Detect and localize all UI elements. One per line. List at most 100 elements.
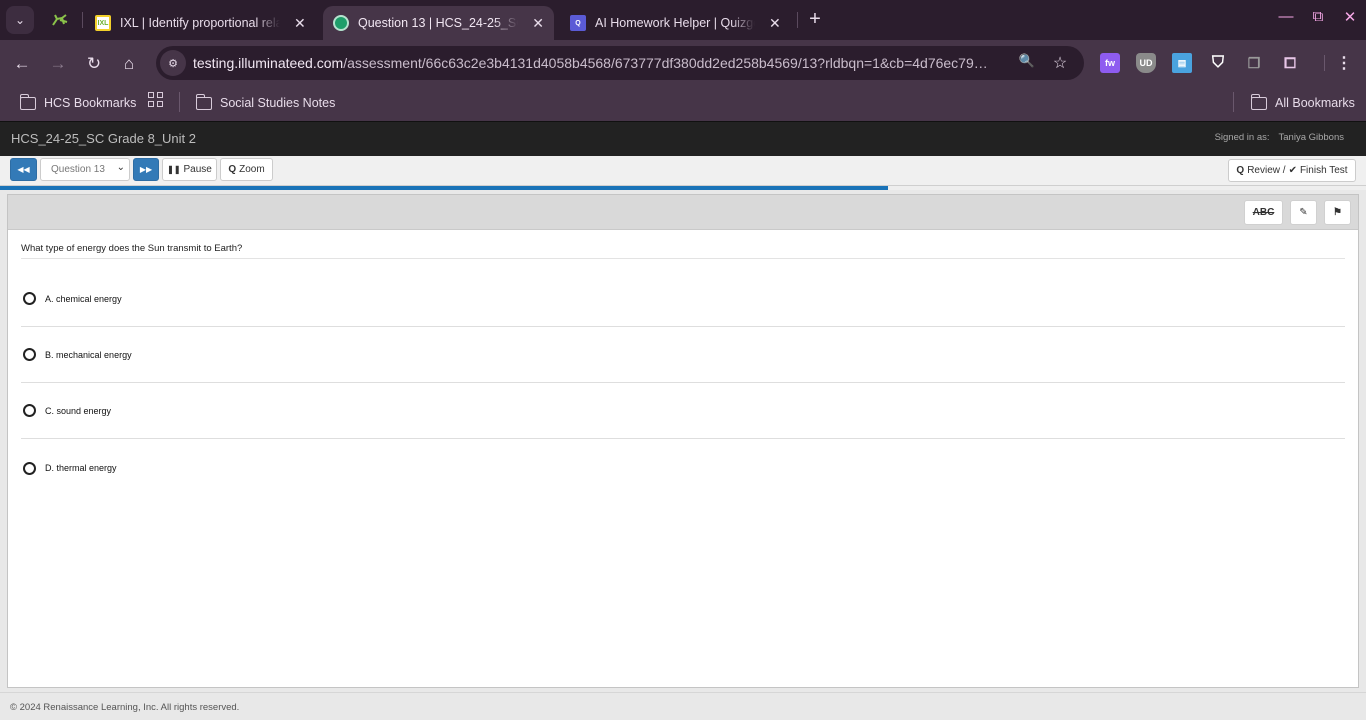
answer-option-d[interactable]: D. thermal energy: [21, 440, 1345, 496]
bookmark-hcs-bookmarks[interactable]: HCS Bookmarks: [19, 92, 137, 114]
radio-button[interactable]: [23, 404, 36, 417]
question-tools-bar: ABC ✎ ⚑: [8, 195, 1358, 230]
radio-button[interactable]: [23, 348, 36, 361]
bookmark-separator: [179, 92, 180, 112]
finish-test-label: Finish Test: [1299, 165, 1348, 176]
site-info-button[interactable]: ⚙: [160, 50, 186, 76]
close-tab-icon[interactable]: ✕: [769, 15, 781, 32]
url-host: testing.illuminateed.com: [193, 55, 344, 71]
tab-title: AI Homework Helper | Quizgecko: [595, 16, 755, 30]
assessment-title: HCS_24-25_SC Grade 8_Unit 2: [11, 131, 196, 146]
option-label: B. mechanical energy: [45, 349, 132, 360]
reload-button[interactable]: ↻: [82, 52, 106, 76]
folder-gear-icon: [19, 93, 36, 110]
restore-button[interactable]: ⧉: [1308, 8, 1328, 25]
double-left-arrow-icon: ◀◀: [17, 165, 30, 174]
chevron-down-icon: ⌄: [14, 13, 26, 27]
tab-question-13[interactable]: Question 13 | HCS_24-25_SC Grade 8_Unit …: [323, 6, 554, 40]
bookmark-star-icon[interactable]: ☆: [1050, 53, 1070, 73]
bookmark-separator: [1233, 92, 1234, 112]
test-progress-fill: [0, 186, 888, 190]
zoom-button[interactable]: Q Zoom: [220, 158, 273, 181]
answer-eliminator-button[interactable]: ABC: [1244, 200, 1283, 225]
question-panel: ABC ✎ ⚑ What type of energy does the Sun…: [7, 194, 1359, 688]
folder-icon: [1250, 93, 1267, 110]
apps-grid-icon[interactable]: [148, 92, 163, 107]
close-tab-icon[interactable]: ✕: [294, 15, 306, 32]
answer-option-c[interactable]: C. sound energy: [21, 383, 1345, 439]
tune-icon: ⚙: [168, 57, 178, 70]
magnifier-icon: Q: [1236, 165, 1245, 176]
previous-question-button[interactable]: ◀◀: [10, 158, 37, 181]
checkmark-icon: ✔: [1288, 165, 1297, 176]
option-label: C. sound energy: [45, 405, 112, 416]
extension-fw-icon[interactable]: fw: [1100, 53, 1120, 73]
new-tab-button[interactable]: +: [804, 9, 826, 31]
browser-menu-icon[interactable]: ⋮: [1334, 53, 1354, 73]
tab-title: Question 13 | HCS_24-25_SC Grade 8_Unit …: [358, 16, 519, 30]
flag-question-button[interactable]: ⚑: [1324, 200, 1351, 225]
answer-option-b[interactable]: B. mechanical energy: [21, 327, 1345, 383]
toolbar-separator: [1324, 55, 1325, 71]
minimize-button[interactable]: —: [1276, 8, 1296, 25]
tab-title: IXL | Identify proportional relati: [120, 16, 280, 30]
window-close-button[interactable]: ✕: [1340, 8, 1360, 26]
all-bookmarks-button[interactable]: All Bookmarks: [1250, 92, 1355, 114]
bookmark-label: Social Studies Notes: [220, 96, 336, 110]
option-label: A. chemical energy: [45, 293, 122, 304]
folder-icon: [195, 93, 212, 110]
review-label: Review /: [1247, 165, 1286, 176]
extension-flashcard-icon[interactable]: ▤: [1172, 53, 1192, 73]
magnifier-icon: Q: [228, 164, 237, 175]
tab-separator: [797, 12, 798, 28]
zoom-magnifier-icon[interactable]: 🔍: [1017, 53, 1037, 69]
reload-icon: ↻: [86, 54, 102, 73]
ixl-favicon-icon: IXL: [95, 15, 111, 31]
url-text[interactable]: testing.illuminateed.com/assessment/66c6…: [193, 55, 1008, 71]
copyright-text: © 2024 Renaissance Learning, Inc. All ri…: [10, 702, 240, 713]
test-progress-bar: [0, 186, 1366, 190]
pause-button[interactable]: ❚❚ Pause: [162, 158, 217, 181]
next-question-button[interactable]: ▶▶: [133, 158, 159, 181]
question-prompt: What type of energy does the Sun transmi…: [21, 243, 1345, 259]
option-label: D. thermal energy: [45, 463, 117, 473]
tab-separator: [82, 12, 83, 28]
url-path: /assessment/66c63c2e3b4131d4058b4568/673…: [343, 55, 988, 71]
pause-label: Pause: [183, 164, 212, 175]
home-icon: ⌂: [123, 54, 135, 73]
tab-search-button[interactable]: ⌄: [6, 6, 34, 34]
chevron-down-icon: ⌄: [116, 162, 125, 173]
user-name: Taniya Gibbons: [1278, 132, 1344, 143]
bookmark-social-studies-notes[interactable]: Social Studies Notes: [195, 92, 336, 114]
browser-tabstrip: ⌄ IXL IXL | Identify proportional relati…: [0, 0, 1366, 40]
signed-in-info: Signed in as: Taniya Gibbons: [1215, 132, 1344, 143]
back-arrow-icon: ←: [13, 54, 31, 73]
signed-in-label: Signed in as:: [1214, 132, 1270, 143]
back-button[interactable]: ←: [10, 52, 34, 76]
extension-shield-icon[interactable]: ⛉: [1208, 53, 1228, 73]
extensions-puzzle-icon[interactable]: ⧠: [1280, 53, 1300, 73]
zoom-label: Zoom: [239, 164, 265, 175]
edit-note-icon: ✎: [1299, 207, 1308, 218]
pinned-tab-favicon-icon: [52, 14, 68, 26]
review-finish-test-button[interactable]: Q Review / ✔ Finish Test: [1228, 159, 1356, 182]
extension-ublock-icon[interactable]: UD: [1136, 53, 1156, 73]
double-right-arrow-icon: ▶▶: [139, 165, 153, 174]
question-select[interactable]: Question 13 ⌄: [40, 158, 130, 181]
radio-button[interactable]: [23, 461, 36, 475]
tab-ixl[interactable]: IXL IXL | Identify proportional relati ✕: [85, 6, 321, 40]
close-tab-icon[interactable]: ✕: [532, 15, 544, 32]
notepad-button[interactable]: ✎: [1290, 200, 1317, 225]
all-bookmarks-label: All Bookmarks: [1275, 96, 1355, 110]
tab-quizgecko[interactable]: Q AI Homework Helper | Quizgecko ✕: [560, 6, 796, 40]
bookmark-label: HCS Bookmarks: [44, 96, 137, 110]
question-select-value: Question 13: [51, 164, 105, 175]
home-button[interactable]: ⌂: [117, 52, 141, 76]
forward-button[interactable]: →: [46, 52, 70, 76]
quizgecko-favicon-icon: Q: [570, 15, 586, 31]
answer-option-a[interactable]: A. chemical energy: [21, 271, 1345, 327]
pinned-tab[interactable]: [46, 8, 74, 32]
illuminate-favicon-icon: [333, 15, 349, 31]
radio-button[interactable]: [23, 292, 36, 305]
extension-copy-icon[interactable]: ❐: [1244, 53, 1264, 73]
